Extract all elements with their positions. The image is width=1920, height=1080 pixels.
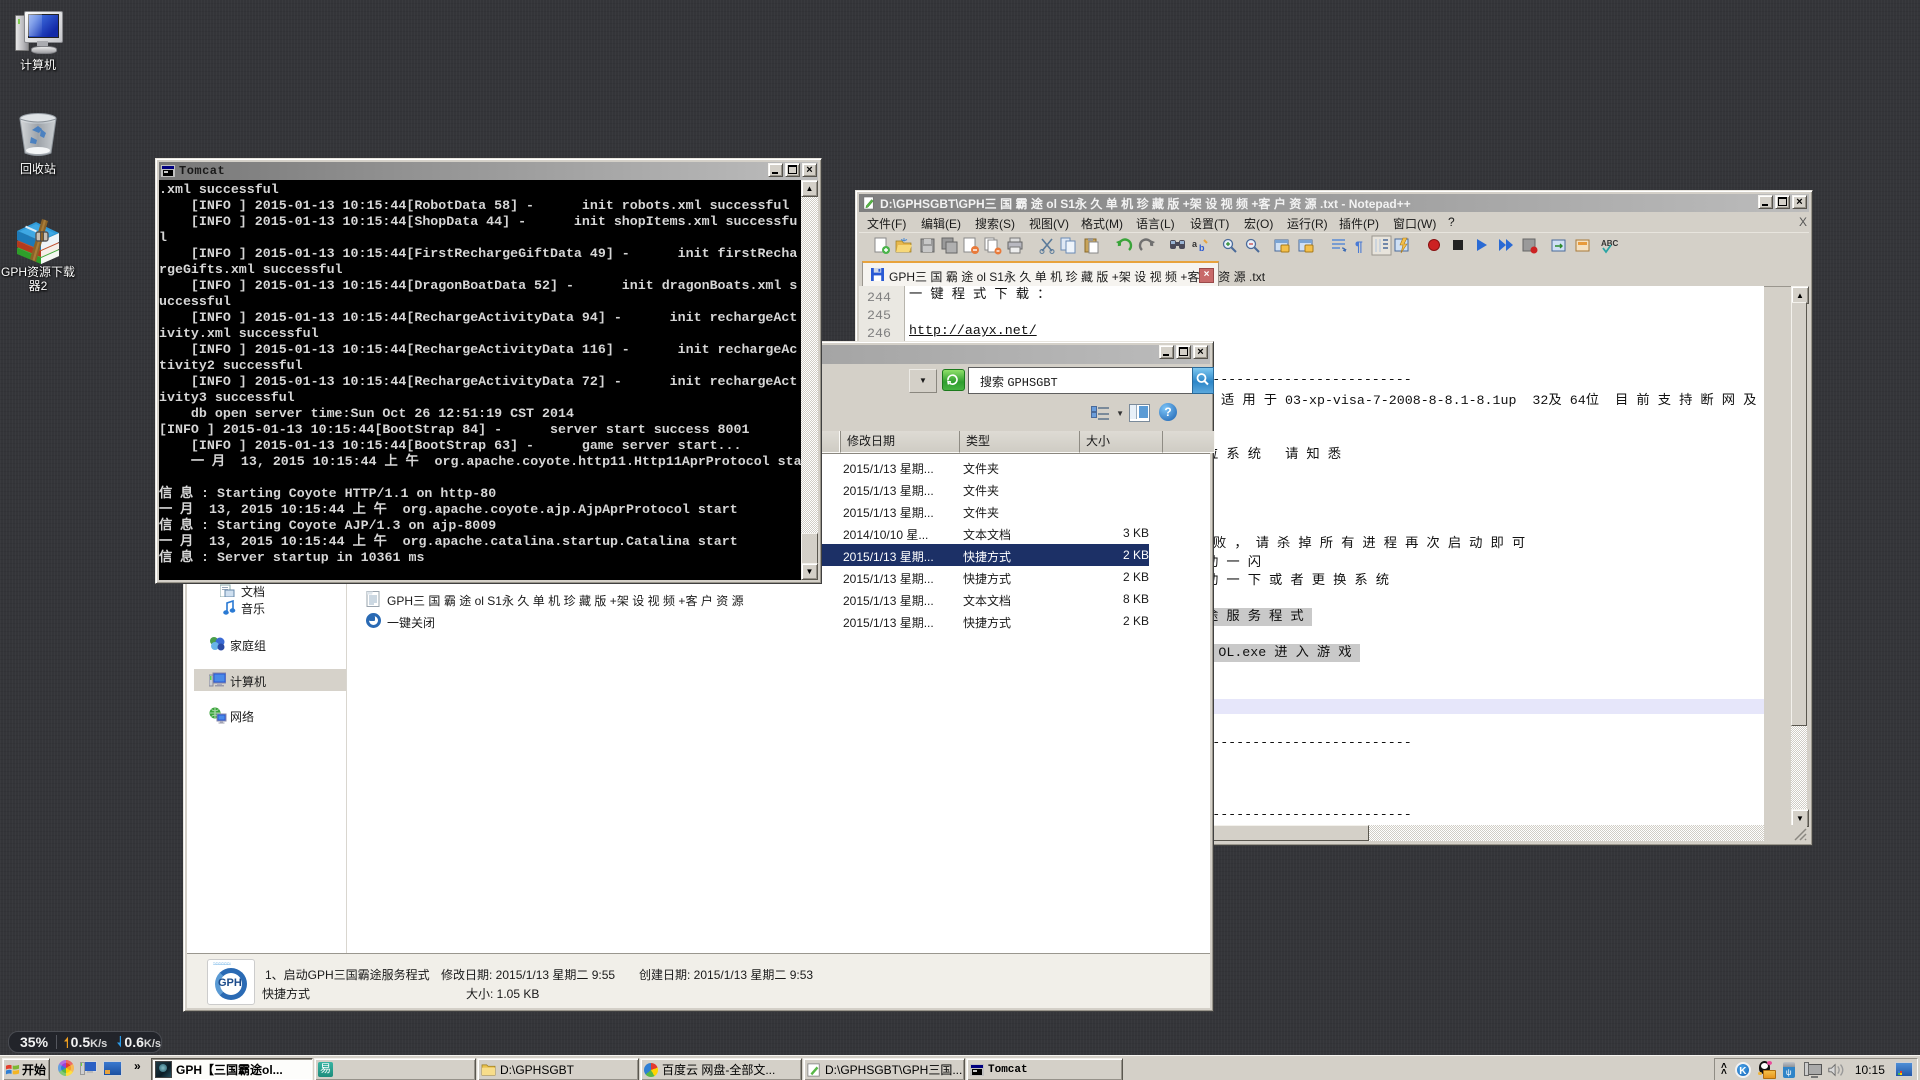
svg-text:a: a xyxy=(1192,239,1198,249)
svg-text:¶: ¶ xyxy=(1355,238,1363,254)
svg-text:b: b xyxy=(1199,243,1205,253)
